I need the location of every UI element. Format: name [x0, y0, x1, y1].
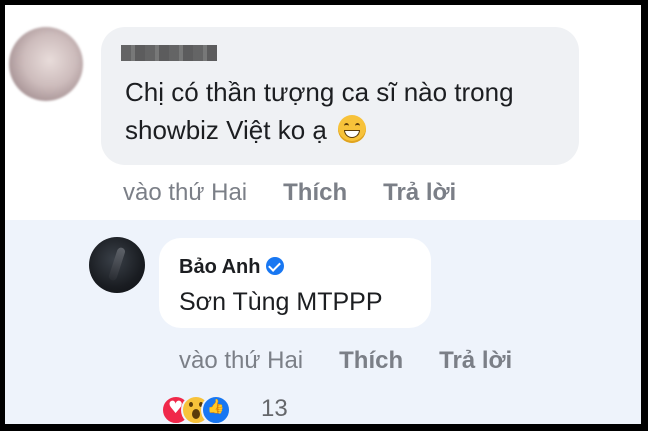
- comment-reply-button[interactable]: Trả lời: [383, 179, 456, 206]
- comment-actions: vào thứ Hai Thích Trả lời: [123, 179, 456, 207]
- reply-actions: vào thứ Hai Thích Trả lời: [179, 347, 512, 375]
- comment-thread: Chị có thần tượng ca sĩ nào trong showbi…: [5, 5, 641, 424]
- comment-timestamp[interactable]: vào thứ Hai: [123, 179, 247, 206]
- reply-reply-button[interactable]: Trả lời: [439, 347, 512, 374]
- grinning-face-emoji-icon: [338, 115, 367, 143]
- reply-author-avatar[interactable]: [89, 237, 145, 293]
- reply-bubble: Bảo Anh Sơn Tùng MTPPP: [159, 238, 431, 328]
- comment-bubble: Chị có thần tượng ca sĩ nào trong showbi…: [101, 27, 579, 165]
- reply-author-name[interactable]: Bảo Anh: [179, 256, 260, 278]
- commenter-avatar-blurred[interactable]: [9, 27, 83, 101]
- comment-like-button[interactable]: Thích: [283, 179, 347, 206]
- like-reaction-icon: [201, 395, 231, 424]
- reply-author: Bảo Anh: [179, 256, 285, 279]
- reaction-count[interactable]: 13: [261, 395, 288, 423]
- reply-like-button[interactable]: Thích: [339, 347, 403, 374]
- comment-text-content: Chị có thần tượng ca sĩ nào trong showbi…: [125, 77, 514, 145]
- comment-text: Chị có thần tượng ca sĩ nào trong showbi…: [125, 73, 565, 149]
- reply-timestamp[interactable]: vào thứ Hai: [179, 347, 303, 374]
- commenter-name-redacted: [121, 45, 217, 61]
- reply-text: Sơn Tùng MTPPP: [179, 288, 383, 316]
- verified-badge-icon: [266, 257, 285, 275]
